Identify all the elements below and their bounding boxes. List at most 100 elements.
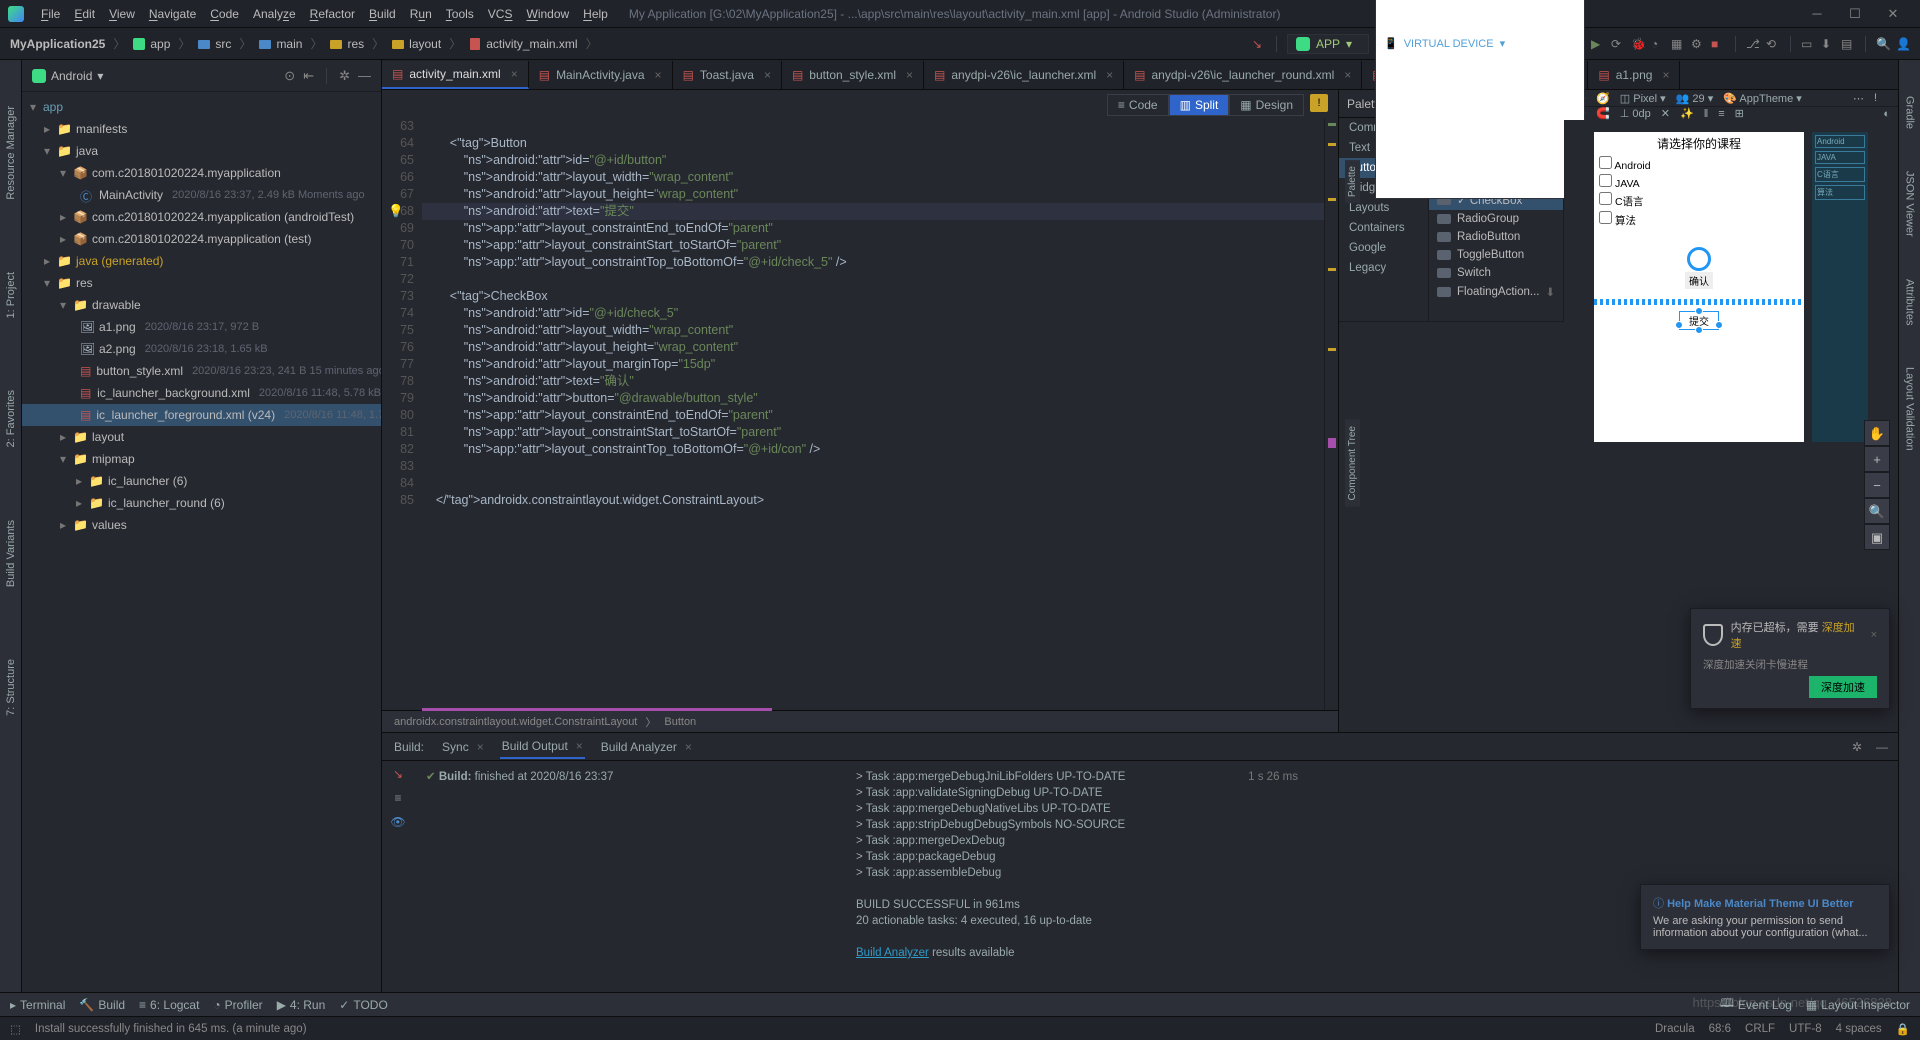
palette-item[interactable]: FloatingAction... ⬇	[1429, 282, 1563, 302]
blueprint-surface[interactable]: AndroidJAVAC语言算法	[1812, 132, 1868, 442]
hide-icon[interactable]: —	[358, 68, 371, 83]
target-icon[interactable]: ⊙	[284, 68, 295, 84]
guidelines-icon[interactable]: ‖	[1704, 108, 1709, 120]
avd-manager-icon[interactable]: ▭	[1801, 37, 1815, 51]
device-selector[interactable]: 📱VIRTUAL DEVICE ▾	[1375, 0, 1585, 199]
accelerate-button[interactable]: 深度加速	[1809, 676, 1877, 698]
palette-item[interactable]: RadioButton	[1429, 228, 1563, 246]
apply-changes-icon[interactable]: ⟳	[1611, 37, 1625, 51]
align-icon[interactable]: ≡	[1718, 108, 1724, 120]
sdk-manager-icon[interactable]: ⬇	[1821, 37, 1835, 51]
bottom-tab-todo[interactable]: ✓ TODO	[339, 998, 388, 1012]
palette-item[interactable]: RadioGroup	[1429, 210, 1563, 228]
menu-view[interactable]: View	[102, 7, 142, 21]
tree-node-values[interactable]: ▸📁values	[22, 514, 381, 536]
tree-node-app[interactable]: ▾app	[22, 96, 381, 118]
profile-icon[interactable]: ◔	[1651, 37, 1665, 51]
more-icon[interactable]: ⋯	[1853, 92, 1864, 105]
project-view-selector[interactable]: Android ▾	[32, 69, 103, 83]
view-design[interactable]: ▦ Design	[1229, 94, 1304, 116]
close-icon[interactable]: ×	[764, 68, 771, 82]
filter-icon[interactable]: ≡	[394, 791, 401, 805]
api-level[interactable]: 👥 29 ▾	[1676, 92, 1714, 105]
tree-node-package[interactable]: ▸📦com.c201801020224.myapplication (andro…	[22, 206, 381, 228]
status-lock-icon[interactable]: 🔒	[1896, 1022, 1910, 1036]
build-tab-analyzer[interactable]: Build Analyzer×	[599, 736, 694, 758]
sync-icon[interactable]: ⟲	[1766, 37, 1780, 51]
tree-node-file[interactable]: ▤button_style.xml2020/8/16 23:23, 241 B …	[22, 360, 381, 382]
tree-node-file[interactable]: 🖼a1.png2020/8/16 23:17, 972 B	[22, 316, 381, 338]
zoom-fit-icon[interactable]: 🔍	[1864, 498, 1890, 524]
autoconnect-icon[interactable]: 🧲	[1596, 107, 1610, 120]
menu-help[interactable]: Help	[576, 7, 615, 21]
user-icon[interactable]: 👤	[1896, 37, 1910, 51]
clear-constraints-icon[interactable]: ✕	[1661, 107, 1670, 120]
tree-node-file[interactable]: 🖼a2.png2020/8/16 23:18, 1.65 kB	[22, 338, 381, 360]
build-settings-icon[interactable]: ✲	[1852, 740, 1862, 754]
tree-node-layout[interactable]: ▸📁layout	[22, 426, 381, 448]
theme-selector[interactable]: 🎨 AppTheme ▾	[1723, 92, 1802, 105]
tab-json-viewer[interactable]: JSON Viewer	[1904, 165, 1916, 243]
tab-resource-manager[interactable]: Resource Manager	[5, 100, 17, 206]
menu-edit[interactable]: Edit	[67, 7, 102, 21]
tree-node-class[interactable]: ⒸMainActivity2020/8/16 23:37, 2.49 kB Mo…	[22, 184, 381, 206]
build-hide-icon[interactable]: —	[1876, 740, 1888, 754]
infer-constraints-icon[interactable]: ✨	[1680, 107, 1694, 120]
zoom-in-icon[interactable]: +	[1864, 446, 1890, 472]
pan-icon[interactable]: ✋	[1864, 420, 1890, 446]
status-indent[interactable]: 4 spaces	[1836, 1023, 1882, 1035]
pack-icon[interactable]: ⊞	[1735, 107, 1744, 120]
close-icon[interactable]: ×	[511, 67, 518, 81]
tree-node-package[interactable]: ▾📦com.c201801020224.myapplication	[22, 162, 381, 184]
tab-project[interactable]: 1: Project	[5, 266, 17, 324]
gear-icon[interactable]: ✲	[339, 68, 350, 84]
editor-tab[interactable]: ▤anydpi-v26\ic_launcher_round.xml×	[1124, 61, 1362, 89]
design-warnings-icon[interactable]: !	[1874, 90, 1890, 106]
run-config-selector[interactable]: APP ▾	[1287, 34, 1369, 54]
breadcrumb[interactable]: app	[133, 37, 170, 51]
warnings-icon[interactable]: !	[1310, 94, 1328, 112]
crumb[interactable]: androidx.constraintlayout.widget.Constra…	[394, 716, 637, 728]
breadcrumb[interactable]: src	[198, 37, 231, 51]
menu-tools[interactable]: Tools	[439, 7, 481, 21]
toggle-view-icon[interactable]: 👁	[390, 815, 405, 829]
debug-icon[interactable]: 🐞	[1631, 37, 1645, 51]
tree-node-package[interactable]: ▸📦com.c201801020224.myapplication (test)	[22, 228, 381, 250]
palette-category[interactable]: Containers	[1339, 218, 1428, 238]
menu-analyze[interactable]: Analyze	[246, 7, 303, 21]
breadcrumb[interactable]: layout	[392, 37, 441, 51]
git-icon[interactable]: ⎇	[1746, 37, 1760, 51]
bottom-tab-profiler[interactable]: ◔ Profiler	[213, 998, 262, 1012]
collapse-icon[interactable]: ⇤	[303, 68, 314, 84]
build-tab-output[interactable]: Build Output×	[500, 735, 585, 759]
close-icon[interactable]: ×	[1871, 629, 1877, 641]
attributes-toggle-icon[interactable]: ◐	[1883, 108, 1890, 120]
palette-category[interactable]: Legacy	[1339, 258, 1428, 278]
close-icon[interactable]: ×	[1344, 68, 1351, 82]
editor-tab[interactable]: ▤a1.png×	[1588, 61, 1680, 89]
breadcrumb[interactable]: main	[259, 37, 302, 51]
close-icon[interactable]: ×	[906, 68, 913, 82]
zoom-out-icon[interactable]: −	[1864, 472, 1890, 498]
tree-node-drawable[interactable]: ▾📁drawable	[22, 294, 381, 316]
menu-run[interactable]: Run	[403, 7, 439, 21]
tree-node-file[interactable]: ▤ic_launcher_foreground.xml (v24)2020/8/…	[22, 404, 381, 426]
palette-category[interactable]: Google	[1339, 238, 1428, 258]
build-hammer-icon[interactable]: ↘	[1252, 37, 1266, 51]
editor-tab[interactable]: ▤activity_main.xml×	[382, 61, 529, 89]
bottom-tab-terminal[interactable]: ▸ Terminal	[10, 998, 65, 1012]
close-icon[interactable]: ×	[1106, 68, 1113, 82]
status-encoding[interactable]: UTF-8	[1789, 1023, 1822, 1035]
bottom-tab-run[interactable]: ▶ 4: Run	[277, 998, 326, 1012]
tree-node-mipmap[interactable]: ▾📁mipmap	[22, 448, 381, 470]
tree-node-folder[interactable]: ▸📁ic_launcher_round (6)	[22, 492, 381, 514]
orientation-icon[interactable]: 🧭	[1596, 92, 1610, 105]
status-line-sep[interactable]: CRLF	[1745, 1023, 1775, 1035]
tab-build-variants[interactable]: Build Variants	[5, 514, 17, 593]
tree-node-folder[interactable]: ▸📁ic_launcher (6)	[22, 470, 381, 492]
rerun-icon[interactable]: ↘	[393, 767, 403, 781]
breadcrumb[interactable]: MyApplication25	[10, 37, 105, 51]
menu-window[interactable]: Window	[519, 7, 576, 21]
design-surface[interactable]: 请选择你的课程 Android JAVA C语言 算法 确认	[1594, 132, 1804, 442]
stop-icon[interactable]: ■	[1711, 37, 1725, 51]
